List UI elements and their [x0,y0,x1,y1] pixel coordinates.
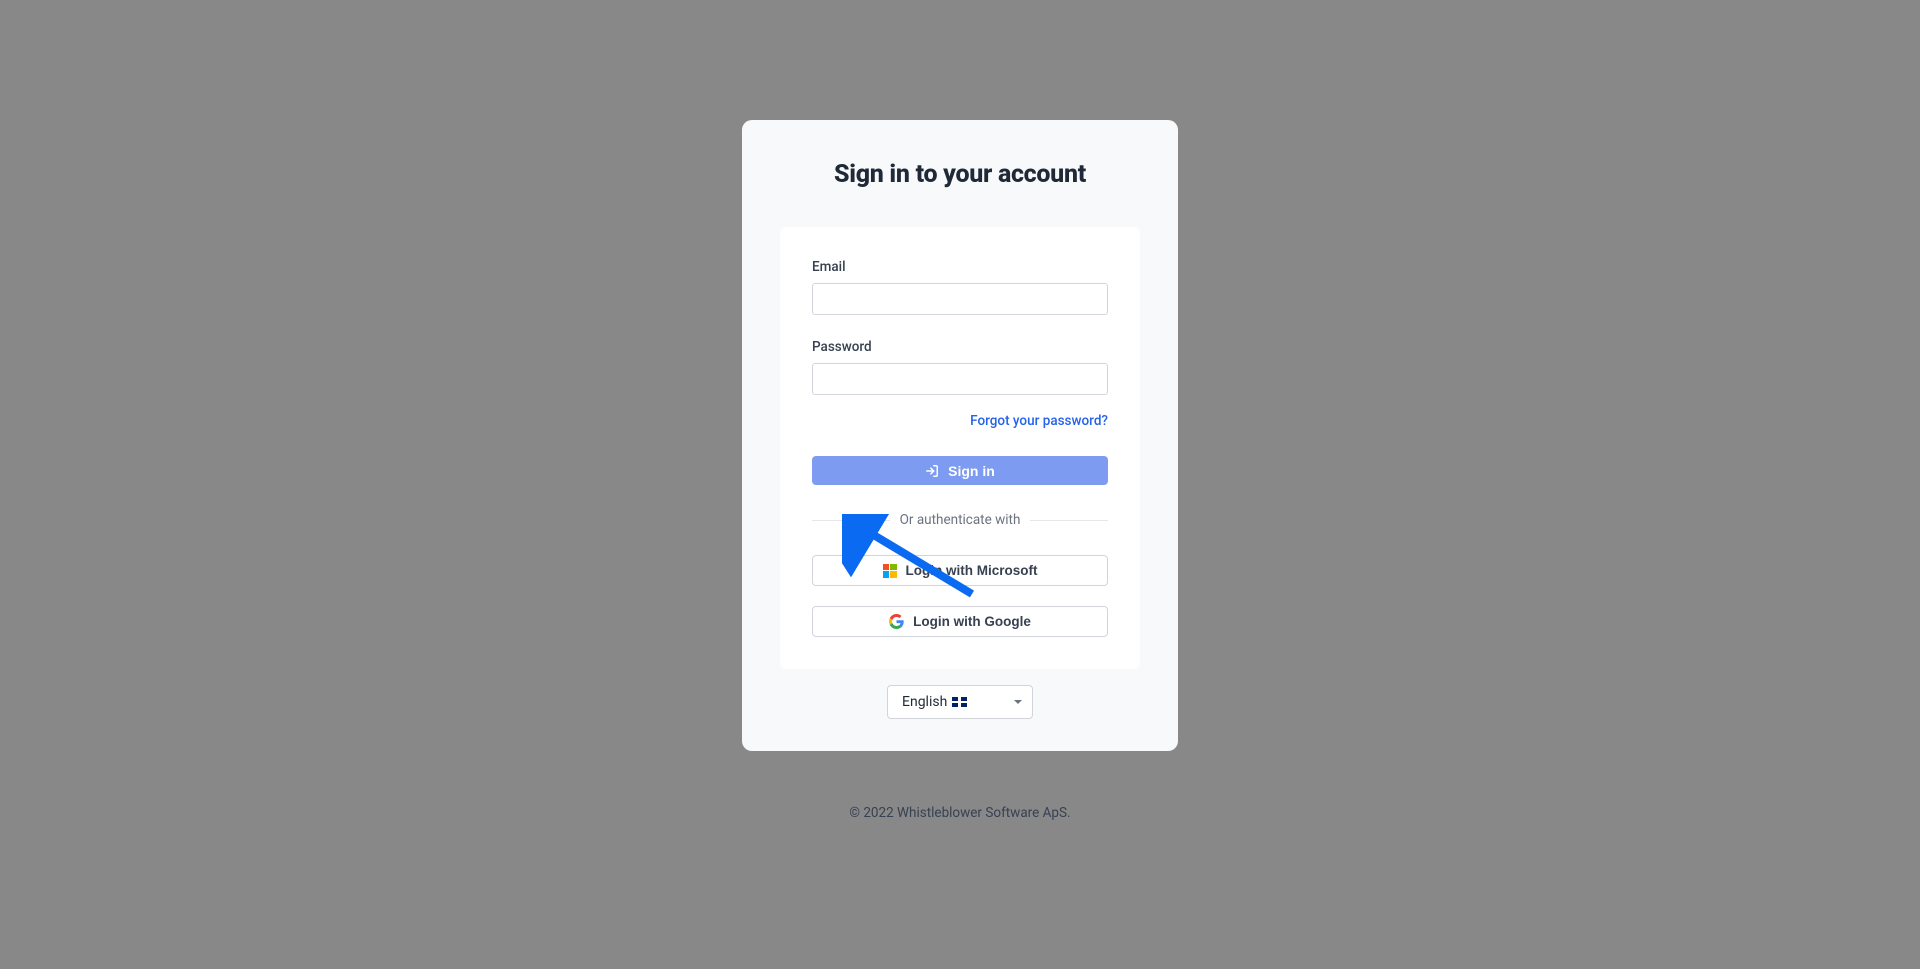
microsoft-icon [883,564,897,578]
form-card: Email Password Forgot your password? Sig… [780,227,1140,669]
signin-card: Sign in to your account Email Password F… [742,120,1178,751]
login-google-label: Login with Google [913,614,1031,629]
email-group: Email [812,259,1108,315]
password-label: Password [812,339,1108,355]
login-google-button[interactable]: Login with Google [812,606,1108,637]
language-selected-label: English [902,694,947,710]
divider-text: Or authenticate with [890,512,1031,528]
footer-copyright: © 2022 Whistleblower Software ApS. [849,805,1070,821]
divider-row: Or authenticate with [812,512,1108,528]
page-title: Sign in to your account [834,160,1086,189]
divider-line-left [812,520,890,521]
email-field[interactable] [812,283,1108,315]
password-field[interactable] [812,363,1108,395]
signin-button-label: Sign in [948,463,995,479]
password-group: Password [812,339,1108,395]
google-icon [889,614,904,629]
signin-button[interactable]: Sign in [812,456,1108,485]
chevron-down-icon [1014,700,1022,704]
login-microsoft-label: Login with Microsoft [906,563,1038,578]
divider-line-right [1030,520,1108,521]
signin-icon [925,464,939,478]
uk-flag-icon [952,697,967,707]
language-selector[interactable]: English [887,685,1033,719]
email-label: Email [812,259,1108,275]
forgot-password-link[interactable]: Forgot your password? [812,413,1108,429]
login-microsoft-button[interactable]: Login with Microsoft [812,555,1108,586]
